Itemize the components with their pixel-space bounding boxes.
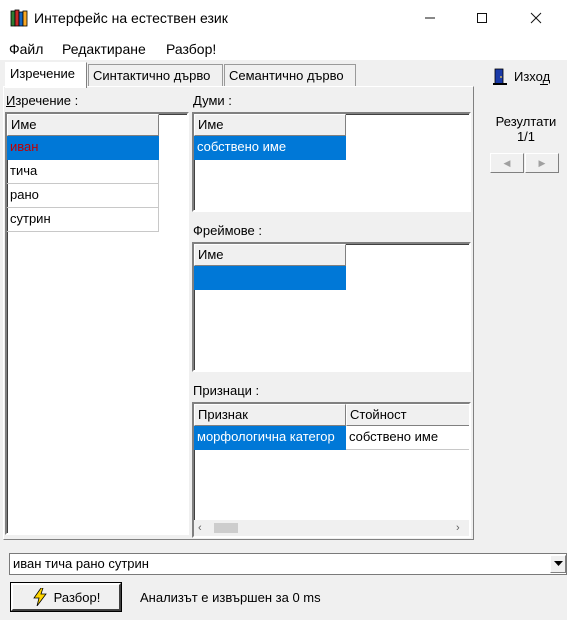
results-title: Резултати [495,114,557,129]
sentence-input[interactable]: иван тича рано сутрин [9,553,567,575]
table-cell[interactable]: собствено име [346,426,469,450]
menu-edit[interactable]: Редактиране [62,40,146,58]
list-item[interactable]: рано [7,184,159,208]
features-list[interactable]: Признак Стойност морфологична категор со… [192,402,471,538]
words-list[interactable]: Име собствено име [192,112,471,212]
table-cell[interactable]: морфологична категор [194,426,346,450]
horizontal-scrollbar[interactable]: ‹ › [194,520,469,536]
tab-sentence[interactable]: Изречение [5,62,87,88]
list-item[interactable]: тича [7,160,159,184]
features-label: Признаци : [193,383,260,398]
menu-file[interactable]: Файл [9,40,43,58]
books-icon [10,9,28,27]
next-result-button[interactable]: ▶ [525,153,559,173]
scroll-left-icon[interactable]: ‹ [198,522,202,534]
list-item[interactable]: собствено име [194,136,346,160]
maximize-button[interactable] [459,0,505,36]
column-header-value[interactable]: Стойност [346,404,469,426]
parse-button-label: Разбор! [53,589,101,605]
status-text: Анализът е извършен за 0 ms [140,590,321,605]
close-icon [530,12,542,24]
prev-result-button[interactable]: ◀ [490,153,524,173]
menu-parse[interactable]: Разбор! [166,40,216,58]
column-header-name[interactable]: Име [194,244,346,266]
list-item[interactable]: иван [7,136,159,160]
column-header-feature[interactable]: Признак [194,404,346,426]
dropdown-button[interactable] [550,555,566,573]
sentence-label: Изречение : [6,93,79,108]
results-count: 1/1 [516,129,536,144]
tab-syntax-tree[interactable]: Синтактично дърво [88,64,223,87]
close-button[interactable] [513,0,559,36]
sentence-list[interactable]: Име иван тича рано сутрин [5,112,189,535]
scrollbar-thumb[interactable] [214,523,238,533]
column-header-name[interactable]: Име [7,114,159,136]
results-label: Резултати 1/1 [486,114,566,144]
scroll-right-icon[interactable]: › [456,522,460,534]
arrow-right-icon: ▶ [538,157,546,168]
exit-label: Изход [514,69,551,84]
list-item[interactable] [194,266,346,290]
door-exit-icon [493,68,507,85]
exit-accelerator-underline [540,84,548,85]
minimize-icon [425,17,435,19]
frames-list[interactable]: Име [192,242,471,372]
list-item[interactable]: сутрин [7,208,159,232]
words-label: Думи : [193,93,232,108]
lightning-icon [32,588,47,606]
minimize-button[interactable] [407,0,453,36]
tab-semantic-tree[interactable]: Семантично дърво [224,64,356,87]
maximize-icon [477,13,487,23]
exit-button[interactable]: Изход [492,66,562,88]
sentence-input-value: иван тича рано сутрин [13,556,149,571]
chevron-down-icon [553,561,563,566]
arrow-left-icon: ◀ [503,157,511,168]
menu-bar: Файл Редактиране Разбор! [0,36,567,60]
column-header-name[interactable]: Име [194,114,346,136]
title-bar: Интерфейс на естествен език [0,0,567,36]
window-title: Интерфейс на естествен език [34,10,228,26]
frames-label: Фреймове : [193,223,262,238]
parse-button[interactable]: Разбор! [11,583,121,611]
